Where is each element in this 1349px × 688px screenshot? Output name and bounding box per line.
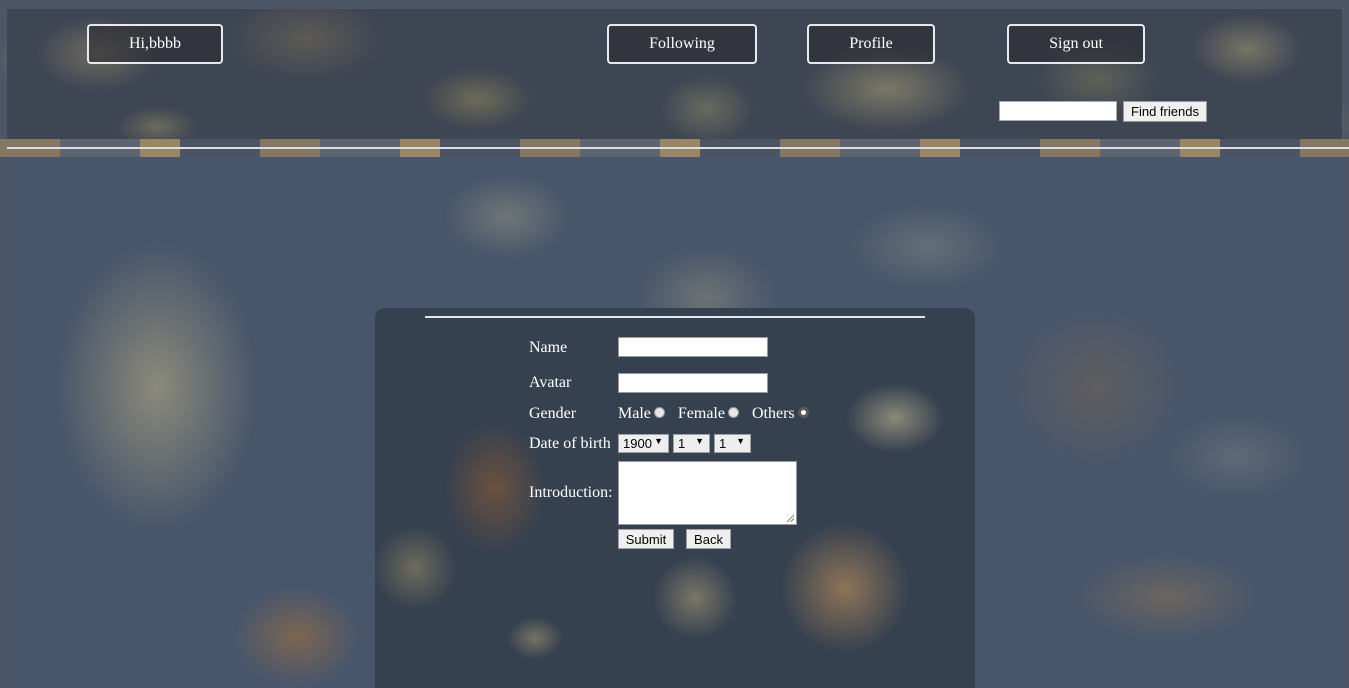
chevron-down-icon: ▼ (695, 436, 704, 446)
birth-day-select[interactable]: 1 ▼ (714, 434, 751, 453)
birth-month-select[interactable]: 1 ▼ (673, 434, 710, 453)
find-friends-button[interactable]: Find friends (1123, 101, 1207, 122)
edit-profile-form: Name Avatar Gender Male Female Others Da… (375, 308, 975, 688)
top-header: Hi,bbbb Following Profile Sign out Find … (7, 9, 1342, 139)
main-content: Name Avatar Gender Male Female Others Da… (7, 157, 1342, 688)
greeting-button[interactable]: Hi,bbbb (87, 24, 223, 64)
avatar-input[interactable] (618, 373, 768, 393)
submit-button[interactable]: Submit (618, 529, 674, 549)
following-button[interactable]: Following (607, 24, 757, 64)
header-divider-line (7, 147, 1349, 149)
gender-radio-female[interactable] (727, 406, 739, 418)
birth-year-select[interactable]: 1900 ▼ (618, 434, 669, 453)
gender-radio-group: Male Female Others (618, 405, 822, 423)
birth-year-value: 1900 (623, 436, 652, 451)
gender-option-male[interactable]: Male (618, 405, 665, 423)
avatar-label: Avatar (529, 374, 572, 391)
chevron-down-icon: ▼ (736, 436, 745, 446)
friend-search-input[interactable] (999, 101, 1117, 121)
profile-button[interactable]: Profile (807, 24, 935, 64)
sign-out-button[interactable]: Sign out (1007, 24, 1145, 64)
gender-option-label: Male (618, 405, 651, 422)
gender-radio-others[interactable] (797, 406, 809, 418)
gender-option-label: Female (677, 405, 725, 422)
gender-option-others[interactable]: Others (752, 405, 809, 423)
birth-month-value: 1 (678, 436, 686, 451)
name-label: Name (529, 339, 568, 356)
gender-radio-male[interactable] (653, 406, 665, 418)
gender-label: Gender (529, 405, 577, 422)
form-top-divider (425, 316, 925, 318)
gender-option-label: Others (751, 405, 795, 422)
back-button[interactable]: Back (686, 529, 731, 549)
date-of-birth-label: Date of birth (529, 435, 611, 452)
chevron-down-icon: ▼ (654, 436, 663, 446)
gender-option-female[interactable]: Female (678, 405, 739, 423)
name-input[interactable] (618, 337, 768, 357)
introduction-label: Introduction: (529, 484, 613, 501)
birth-day-value: 1 (719, 436, 727, 451)
introduction-textarea[interactable] (618, 461, 797, 525)
resize-grip-icon[interactable] (787, 515, 794, 522)
